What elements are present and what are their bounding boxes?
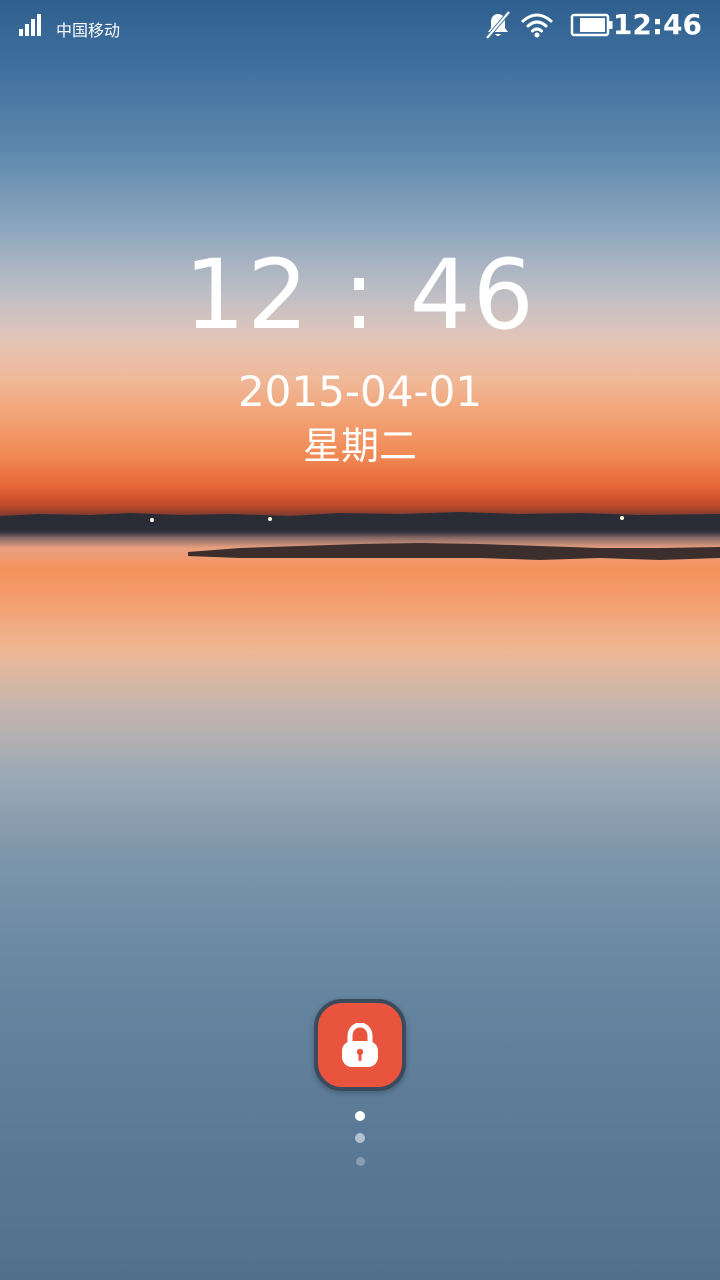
lock-icon bbox=[342, 1023, 378, 1067]
status-bar: 中国移动 12:46 bbox=[0, 0, 720, 52]
page-dot bbox=[355, 1157, 365, 1166]
signal-icon bbox=[19, 14, 41, 36]
unlock-button[interactable] bbox=[314, 999, 406, 1091]
lockscreen-date: 2015-04-01 bbox=[237, 367, 483, 416]
page-dot-active bbox=[355, 1111, 365, 1121]
carrier-name: 中国移动 bbox=[56, 21, 121, 40]
battery-icon bbox=[570, 13, 613, 37]
page-dot bbox=[355, 1133, 365, 1143]
page-indicator bbox=[350, 1108, 370, 1172]
lockscreen-clock: 12 : 46 bbox=[184, 239, 536, 351]
wallpaper-shoreline bbox=[0, 512, 720, 560]
lock-screen: 中国移动 12:46 12 : 46 2015-04-01 星期二 bbox=[0, 0, 720, 1280]
mute-icon bbox=[485, 10, 511, 40]
lockscreen-weekday: 星期二 bbox=[302, 424, 417, 468]
wifi-icon bbox=[521, 13, 553, 38]
status-time: 12:46 bbox=[612, 8, 702, 41]
